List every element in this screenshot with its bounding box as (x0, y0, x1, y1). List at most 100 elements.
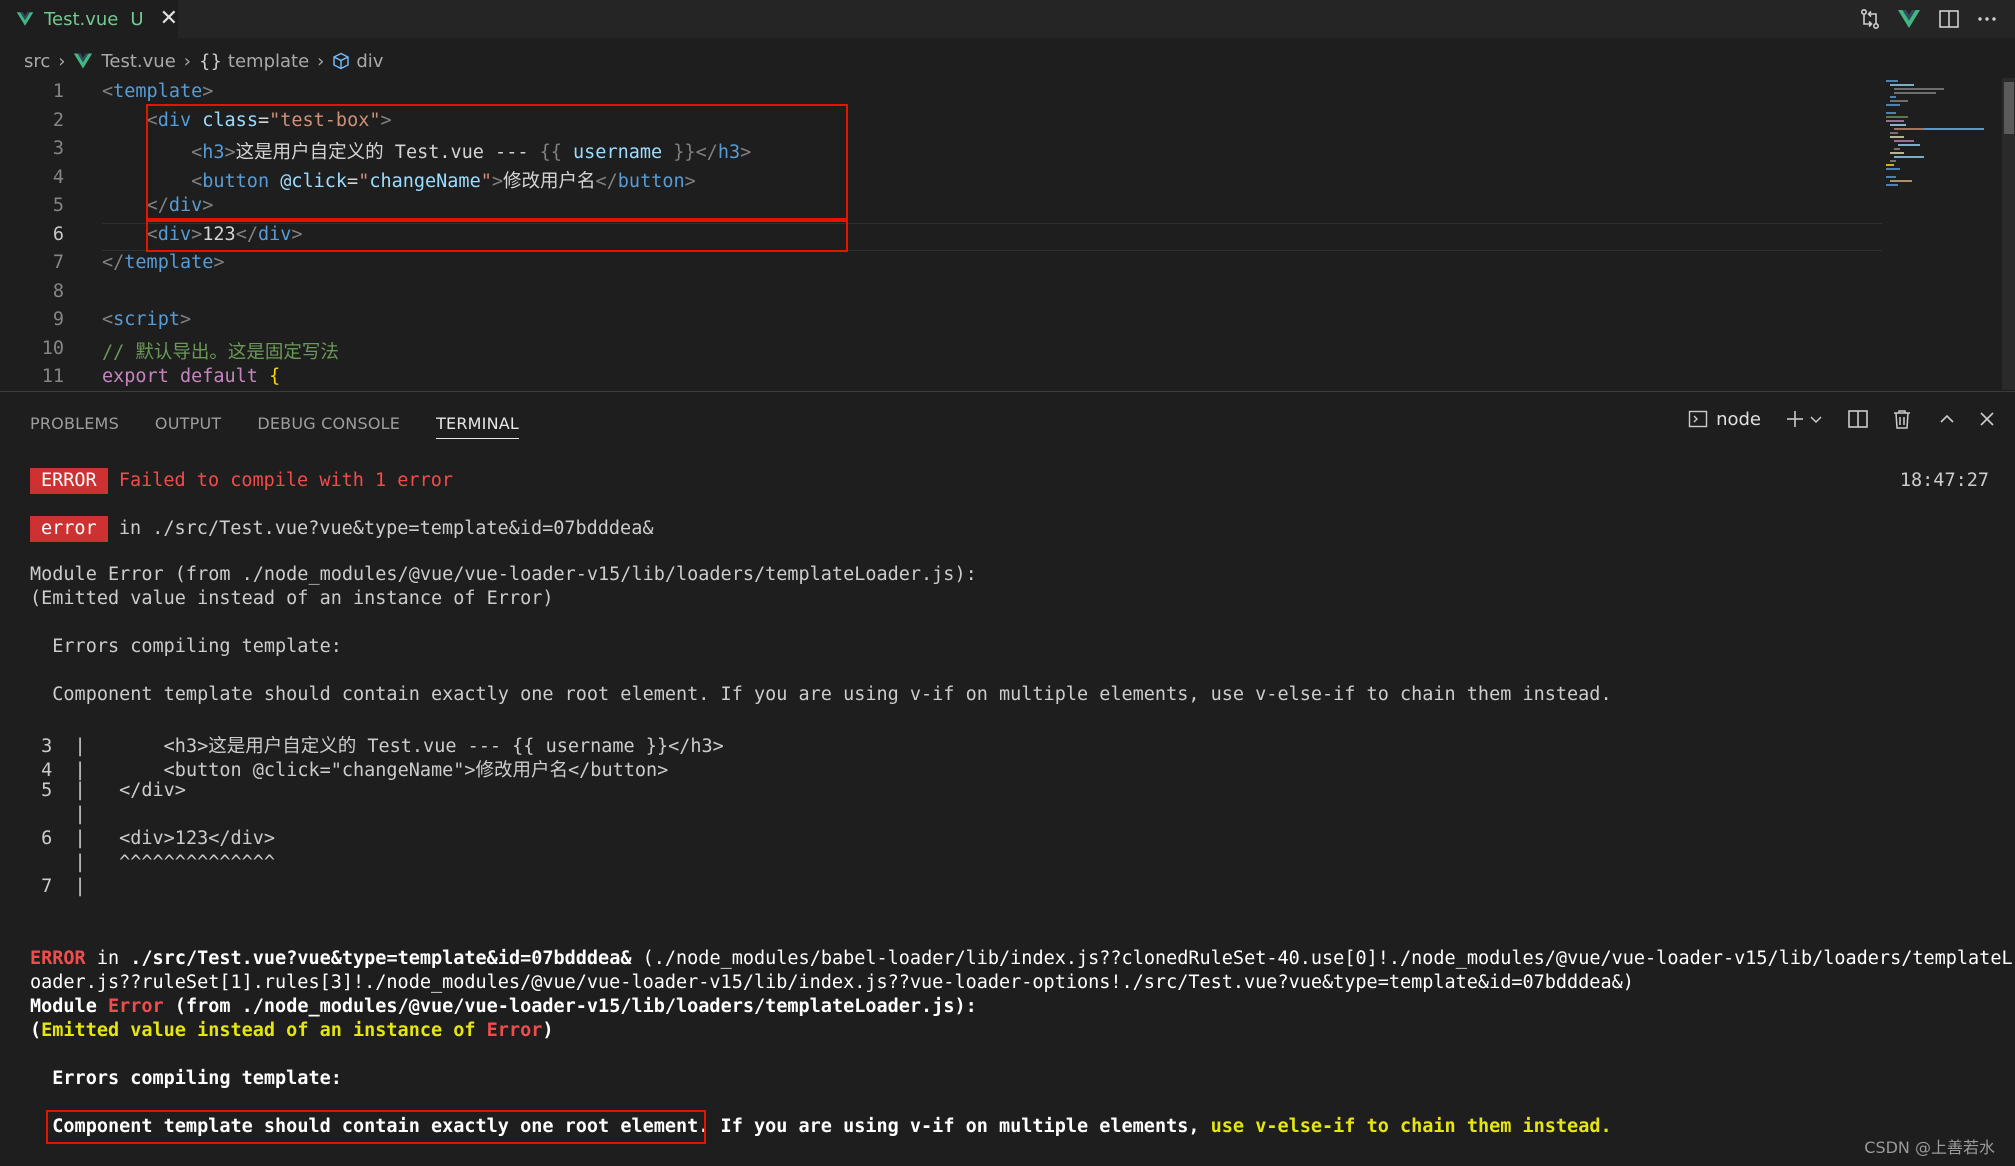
breadcrumb-element[interactable]: div (356, 51, 383, 72)
line-number: 3 (52, 138, 64, 159)
terminal-line-error-in: error in ./src/Test.vue?vue&type=templat… (30, 516, 653, 542)
code-frame-line: | (30, 804, 97, 825)
terminal-line-component-msg: Component template should contain exactl… (30, 684, 1612, 705)
code-frame-text: </div> (96, 780, 186, 801)
error-word: ERROR (30, 948, 86, 969)
editor-tab-bar: Test.vue U ✕ (0, 0, 2015, 38)
terminal-selector[interactable]: node (1688, 409, 1761, 430)
panel-toolbar: node (1688, 404, 1997, 434)
error-path: ./src/Test.vue?vue&type=template&id=07bd… (130, 948, 632, 969)
error-word-2: Error (107, 996, 164, 1017)
breadcrumb: src › Test.vue › {} template › div (24, 48, 383, 74)
terminal-name: node (1716, 408, 1761, 430)
paren-close: ) (542, 1020, 554, 1041)
code-frame-line: 3 | <h3>这是用户自定义的 Test.vue --- {{ usernam… (30, 732, 724, 758)
tab-close-icon[interactable]: ✕ (160, 8, 178, 30)
line-number: 7 (52, 252, 64, 273)
code-line[interactable]: <script> (102, 309, 191, 330)
error-word-3: Error (486, 1020, 543, 1041)
code-frame-gutter: | (63, 780, 97, 801)
code-line[interactable]: export default { (102, 366, 280, 387)
code-frame-text: <h3>这是用户自定义的 Test.vue --- {{ username }}… (96, 736, 724, 757)
code-frame-gutter: | (63, 736, 97, 757)
line-number: 1 (52, 81, 64, 102)
tab-debug-console[interactable]: DEBUG CONSOLE (257, 408, 400, 438)
terminal-line-compile-failed: ERROR Failed to compile with 1 error (30, 468, 453, 494)
chevron-right-icon: › (317, 50, 325, 72)
terminal-line-errors-compiling-2: Errors compiling template: (30, 1068, 342, 1089)
terminal-line-error-detail-1: ERROR in ./src/Test.vue?vue&type=templat… (30, 948, 2013, 969)
tab-test-vue[interactable]: Test.vue U ✕ (0, 0, 178, 38)
line-number: 6 (52, 223, 64, 245)
more-actions-icon[interactable] (1974, 6, 2000, 32)
code-line[interactable]: </template> (102, 252, 225, 273)
error-location: in ./src/Test.vue?vue&type=template&id=0… (118, 518, 654, 539)
error-badge: ERROR (30, 468, 108, 494)
tab-terminal[interactable]: TERMINAL (436, 408, 520, 439)
v-else-if-hint: use v-else-if to chain them instead. (1210, 1116, 1612, 1137)
chevron-right-icon: › (183, 50, 191, 72)
breadcrumb-file[interactable]: Test.vue (101, 51, 175, 72)
code-frame-line-number: 7 (30, 876, 64, 897)
code-frame-gutter: | (63, 852, 97, 873)
watermark: CSDN @上善若水 (1864, 1138, 1995, 1157)
line-number: 4 (52, 166, 64, 188)
code-frame-gutter: | (63, 876, 97, 897)
code-frame-gutter: | (63, 828, 97, 849)
code-line[interactable]: // 默认导出。这是固定写法 (102, 338, 339, 364)
compare-changes-icon[interactable] (1857, 6, 1883, 32)
panel-tabs: PROBLEMS OUTPUT DEBUG CONSOLE TERMINAL (30, 408, 520, 442)
code-frame-line: 5 | </div> (30, 780, 186, 801)
terminal-line-error-detail-2: oader.js??ruleSet[1].rules[3]!./node_mod… (30, 972, 1634, 993)
code-frame-text: ^^^^^^^^^^^^^^ (96, 852, 276, 873)
chevron-up-icon[interactable] (1937, 409, 1957, 429)
vue-file-icon (74, 53, 93, 69)
line-number: 2 (52, 109, 64, 131)
highlight-box-root-element-message (46, 1110, 706, 1144)
code-line[interactable]: <template> (102, 81, 213, 102)
code-frame-text: <div>123</div> (96, 828, 276, 849)
plus-icon (1787, 411, 1803, 427)
tab-problems[interactable]: PROBLEMS (30, 408, 119, 438)
tab-filename: Test.vue (44, 8, 119, 30)
chevron-down-icon[interactable] (1809, 412, 1823, 426)
code-frame-line-number: 5 (30, 780, 64, 801)
new-terminal-button[interactable] (1785, 409, 1823, 429)
trash-icon[interactable] (1891, 408, 1913, 430)
timestamp: 18:47:27 (1899, 470, 1989, 491)
error-in-text: in (85, 948, 131, 969)
line-number: 5 (52, 195, 64, 216)
terminal-line-emitted: (Emitted value instead of an instance of… (30, 588, 554, 609)
terminal-line-module-error: Module Error (from ./node_modules/@vue/v… (30, 564, 977, 585)
vue-devtools-icon[interactable] (1896, 6, 1922, 32)
split-terminal-icon[interactable] (1847, 408, 1869, 430)
error-loader-chain-1: (./node_modules/babel-loader/lib/index.j… (631, 948, 2013, 969)
code-frame-line-number: 6 (30, 828, 64, 849)
code-frame-line: 7 | (30, 876, 97, 897)
code-frame-gutter: | (63, 760, 97, 781)
line-number: 11 (41, 366, 64, 387)
terminal-icon (1688, 410, 1708, 428)
module-from-text: (from ./node_modules/@vue/vue-loader-v15… (163, 996, 977, 1017)
split-editor-icon[interactable] (1936, 6, 1962, 32)
code-frame-line: 4 | <button @click="changeName">修改用户名</b… (30, 756, 668, 782)
code-frame-gutter: | (63, 804, 97, 825)
breadcrumb-src[interactable]: src (24, 51, 50, 72)
cube-icon (333, 52, 350, 70)
breadcrumb-template[interactable]: template (228, 51, 309, 72)
terminal-line-module-error-2: Module Error (from ./node_modules/@vue/v… (30, 996, 977, 1017)
tab-git-status: U (130, 8, 144, 30)
close-panel-icon[interactable] (1977, 409, 1997, 429)
editor-scrollbar-thumb[interactable] (2004, 82, 2014, 134)
line-number: 9 (52, 309, 64, 330)
code-frame-text: <button @click="changeName">修改用户名</butto… (96, 760, 669, 781)
chevron-right-icon: › (58, 50, 66, 72)
compile-failed-message: Failed to compile with 1 error (118, 470, 453, 491)
paren-open: ( (30, 1020, 42, 1041)
error-badge-lowercase: error (30, 516, 108, 542)
minimap[interactable] (1884, 78, 2004, 188)
vue-file-icon (16, 12, 34, 26)
tab-output[interactable]: OUTPUT (155, 408, 221, 438)
code-frame-line-number: 4 (30, 760, 64, 781)
v-if-text: If you are using v-if on multiple elemen… (709, 1116, 1211, 1137)
